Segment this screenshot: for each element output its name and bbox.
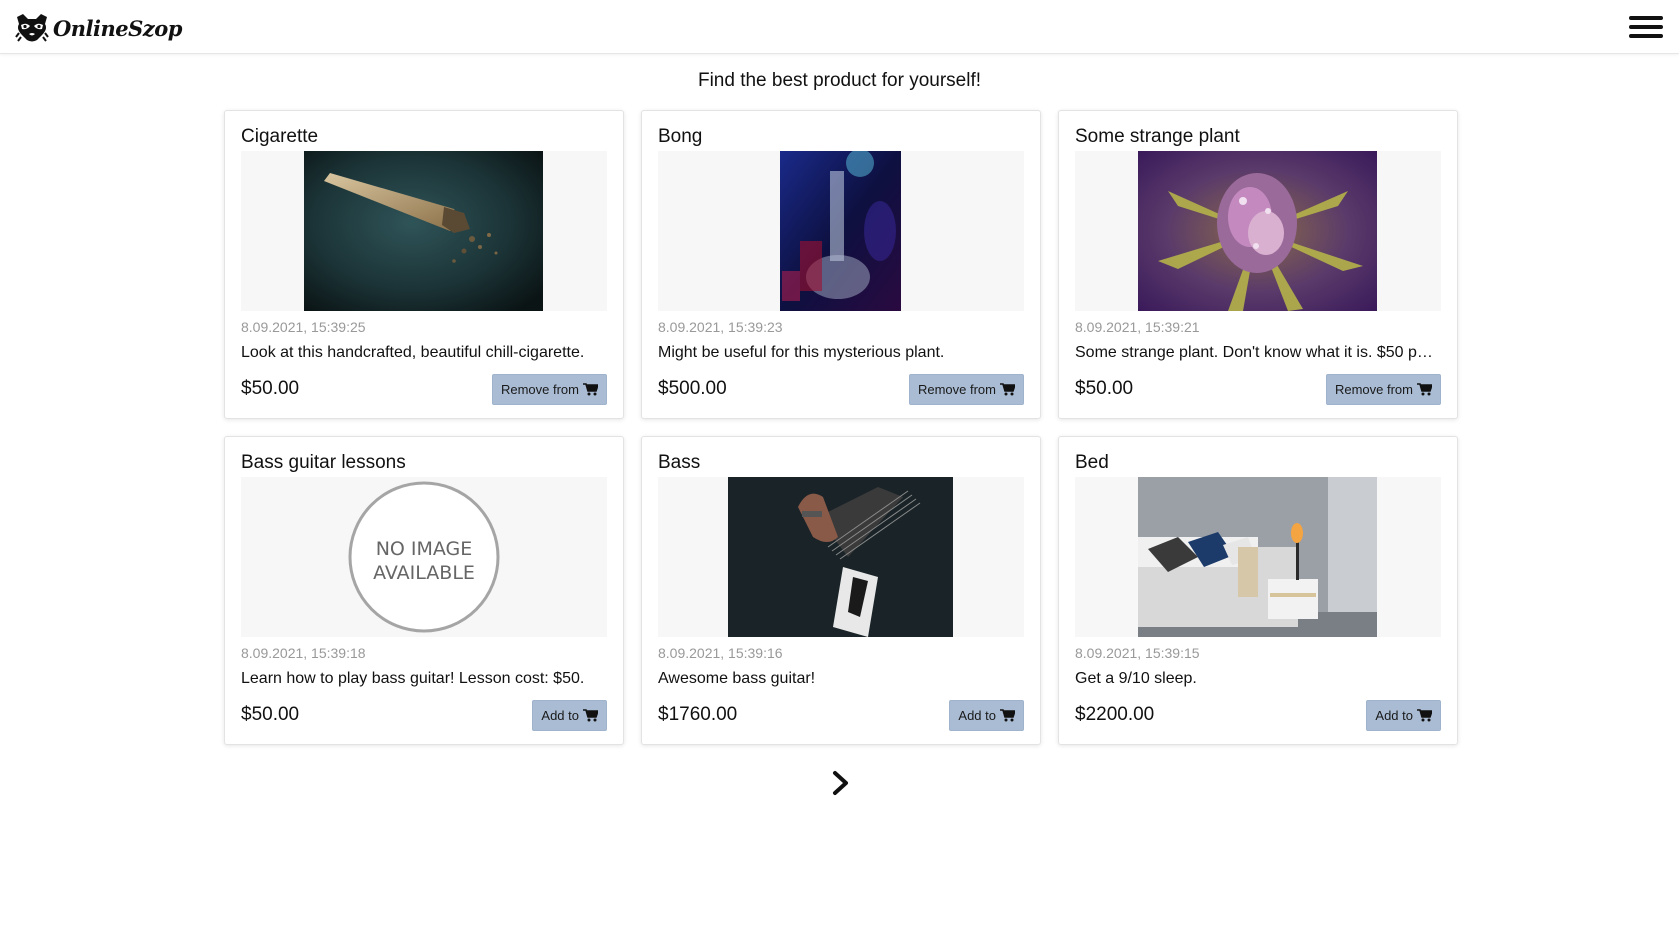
product-card: Bass guitar lessons NO IMAGE AVAILABLE 8…: [224, 436, 624, 745]
button-label: Add to: [1375, 707, 1413, 723]
product-image[interactable]: [1138, 477, 1377, 637]
product-price: $50.00: [241, 704, 300, 725]
product-image[interactable]: [728, 477, 953, 637]
product-title[interactable]: Bong: [658, 125, 1024, 149]
product-date: 8.09.2021, 15:39:18: [241, 645, 366, 661]
product-image-frame: [658, 477, 1024, 637]
chevron-right-icon[interactable]: [830, 770, 852, 796]
no-image-placeholder[interactable]: NO IMAGE AVAILABLE: [347, 477, 501, 637]
product-image-frame: [1075, 477, 1441, 637]
product-card: Bass 8.09.2021, 15:39:16 Awesome bass gu…: [641, 436, 1041, 745]
product-date: 8.09.2021, 15:39:16: [658, 645, 783, 661]
product-title[interactable]: Bass: [658, 451, 1024, 475]
product-date: 8.09.2021, 15:39:23: [658, 319, 783, 335]
product-description: Some strange plant. Don't know what it i…: [1075, 344, 1433, 361]
hamburger-menu-icon[interactable]: [1629, 14, 1663, 40]
raccoon-logo-icon: [15, 14, 49, 42]
button-label: Remove from: [1334, 381, 1413, 397]
brand-logo[interactable]: OnlineSzop: [15, 12, 182, 44]
placeholder-line1: NO IMAGE: [376, 538, 473, 560]
add-to-cart-button[interactable]: Add to: [1366, 699, 1441, 731]
product-card: Cigarette 8.09.2021, 15:39:25 Look at th…: [224, 110, 624, 419]
product-card: Bed 8.09.2021, 15:39:15 Get a 9/10 sleep…: [1058, 436, 1458, 745]
remove-from-cart-button[interactable]: Remove from: [1325, 373, 1441, 405]
shopping-cart-icon: [1000, 382, 1015, 395]
product-date: 8.09.2021, 15:39:25: [241, 319, 366, 335]
product-image[interactable]: [1138, 151, 1377, 311]
page-subtitle: Find the best product for yourself!: [697, 70, 982, 91]
product-price: $500.00: [658, 378, 727, 399]
product-title[interactable]: Some strange plant: [1075, 125, 1441, 149]
shopping-cart-icon: [1000, 708, 1015, 721]
brand-name: OnlineSzop: [53, 15, 182, 41]
product-price: $50.00: [241, 378, 300, 399]
product-image[interactable]: [304, 151, 543, 311]
add-to-cart-button[interactable]: Add to: [949, 699, 1024, 731]
add-to-cart-button[interactable]: Add to: [532, 699, 607, 731]
product-description: Awesome bass guitar!: [658, 670, 816, 687]
product-price: $50.00: [1075, 378, 1134, 399]
product-date: 8.09.2021, 15:39:15: [1075, 645, 1200, 661]
product-image-frame: [241, 151, 607, 311]
shopping-cart-icon: [583, 382, 598, 395]
product-card: Some strange plant 8.09.2021, 15:39:21 S…: [1058, 110, 1458, 419]
product-description: Might be useful for this mysterious plan…: [658, 344, 945, 361]
product-card: Bong 8.09.2021, 15:39:23 Might be useful…: [641, 110, 1041, 419]
product-image-frame: NO IMAGE AVAILABLE: [241, 477, 607, 637]
product-description: Get a 9/10 sleep.: [1075, 670, 1197, 687]
shopping-cart-icon: [583, 708, 598, 721]
button-label: Remove from: [917, 381, 996, 397]
product-price: $1760.00: [658, 704, 738, 725]
placeholder-line2: AVAILABLE: [373, 562, 475, 584]
product-title[interactable]: Bed: [1075, 451, 1441, 475]
product-grid: Cigarette 8.09.2021, 15:39:25 Look at th…: [224, 110, 1458, 745]
product-image-frame: [658, 151, 1024, 311]
button-label: Remove from: [500, 381, 579, 397]
button-label: Add to: [958, 707, 996, 723]
product-title[interactable]: Cigarette: [241, 125, 607, 149]
shopping-cart-icon: [1417, 708, 1432, 721]
product-date: 8.09.2021, 15:39:21: [1075, 319, 1200, 335]
remove-from-cart-button[interactable]: Remove from: [491, 373, 607, 405]
shopping-cart-icon: [1417, 382, 1432, 395]
product-image[interactable]: [780, 151, 901, 311]
product-description: Look at this handcrafted, beautiful chil…: [241, 344, 585, 361]
top-navbar: OnlineSzop: [0, 0, 1679, 54]
remove-from-cart-button[interactable]: Remove from: [908, 373, 1024, 405]
product-title[interactable]: Bass guitar lessons: [241, 451, 607, 475]
product-image-frame: [1075, 151, 1441, 311]
product-description: Learn how to play bass guitar! Lesson co…: [241, 670, 585, 687]
button-label: Add to: [541, 707, 579, 723]
product-price: $2200.00: [1075, 704, 1155, 725]
